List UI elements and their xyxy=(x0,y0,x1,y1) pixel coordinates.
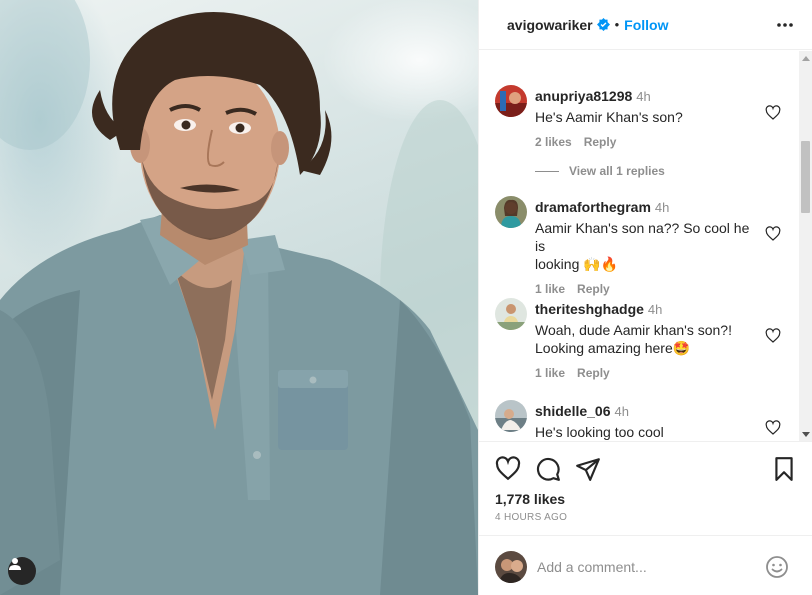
comments-scrollbar[interactable] xyxy=(799,51,812,441)
comment-text-line: Looking amazing here🤩 xyxy=(535,340,691,356)
comment-text: Woah, dude Aamir khan's son?! Looking am… xyxy=(535,321,763,357)
post-timestamp: 4 HOURS AGO xyxy=(495,512,568,523)
comments-list[interactable]: anupriya81298 4h He's Aamir Khan's son? 2… xyxy=(479,51,812,442)
view-replies-label: View all 1 replies xyxy=(569,164,665,178)
comment-button[interactable] xyxy=(535,456,561,487)
comment-bubble-icon xyxy=(536,457,560,481)
heart-icon xyxy=(495,456,521,481)
smiley-icon xyxy=(766,556,788,578)
share-button[interactable] xyxy=(575,456,601,487)
avatar[interactable] xyxy=(495,196,527,228)
reply-button[interactable]: Reply xyxy=(577,282,610,296)
comment-text: He's looking too cool xyxy=(535,423,763,441)
comment-meta: 1 like Reply xyxy=(535,282,763,296)
comment-likes[interactable]: 2 likes xyxy=(535,135,572,149)
comment-meta: 2 likes Reply xyxy=(535,135,763,149)
comment-username[interactable]: shidelle_06 xyxy=(535,403,611,419)
post-actions xyxy=(495,456,797,484)
comment-username[interactable]: theriteshghadge xyxy=(535,301,644,317)
bookmark-icon xyxy=(775,457,793,481)
send-icon xyxy=(576,458,600,481)
portrait-illustration xyxy=(0,0,478,595)
emoji-button[interactable] xyxy=(765,555,789,584)
owner-username[interactable]: avigowariker xyxy=(507,17,593,33)
comment-text-line: He's looking too cool xyxy=(535,424,664,440)
comment-text-line: Aamir Khan's son na?? So cool he is xyxy=(535,220,750,254)
heart-icon[interactable] xyxy=(765,226,781,247)
view-replies-button[interactable]: View all 1 replies xyxy=(535,164,665,178)
follow-button[interactable]: Follow xyxy=(624,17,668,33)
avatar[interactable] xyxy=(495,298,527,330)
comment-username[interactable]: anupriya81298 xyxy=(535,88,632,104)
header-separator-dot: • xyxy=(614,17,620,32)
comment-input[interactable] xyxy=(537,554,757,580)
post-header: avigowariker • Follow xyxy=(479,0,812,50)
comment-text: Aamir Khan's son na?? So cool he is look… xyxy=(535,219,763,273)
comment-text-line: looking 🙌🔥 xyxy=(535,256,619,272)
reply-button[interactable]: Reply xyxy=(584,135,617,149)
comment-text-line: He's Aamir Khan's son? xyxy=(535,109,683,125)
comment-likes[interactable]: 1 like xyxy=(535,282,565,296)
comment-time: 4h xyxy=(654,200,670,215)
verified-badge-icon xyxy=(596,18,610,31)
avatar[interactable] xyxy=(495,551,527,583)
avatar[interactable] xyxy=(495,400,527,432)
person-icon xyxy=(9,558,21,570)
user-tag-button[interactable] xyxy=(8,557,36,585)
comment-meta: 1 like Reply xyxy=(535,366,763,380)
heart-icon[interactable] xyxy=(765,105,781,126)
comment-likes[interactable]: 1 like xyxy=(535,366,565,380)
reply-button[interactable]: Reply xyxy=(577,366,610,380)
replies-dash xyxy=(535,170,559,172)
post-side-panel: avigowariker • Follow anupriya81298 4h H… xyxy=(478,0,812,595)
more-options-icon[interactable] xyxy=(775,15,795,40)
scroll-thumb[interactable] xyxy=(801,141,810,213)
scroll-up-arrow-icon[interactable] xyxy=(802,56,810,61)
post-photo[interactable] xyxy=(0,0,478,595)
comment-time: 4h xyxy=(636,89,651,104)
comment-time: 4h xyxy=(614,404,629,419)
scroll-down-arrow-icon[interactable] xyxy=(802,432,810,437)
heart-icon[interactable] xyxy=(765,328,781,349)
like-button[interactable] xyxy=(495,456,521,487)
heart-icon[interactable] xyxy=(765,420,781,441)
comment-text-line: Woah, dude Aamir khan's son?! xyxy=(535,322,732,338)
comment-text: He's Aamir Khan's son? xyxy=(535,108,763,126)
comment-username[interactable]: dramaforthegram xyxy=(535,199,651,215)
likes-count[interactable]: 1,778 likes xyxy=(495,491,565,507)
add-comment-bar xyxy=(479,535,812,595)
save-button[interactable] xyxy=(771,456,797,487)
comment-time: 4h xyxy=(647,302,663,317)
avatar[interactable] xyxy=(495,85,527,117)
